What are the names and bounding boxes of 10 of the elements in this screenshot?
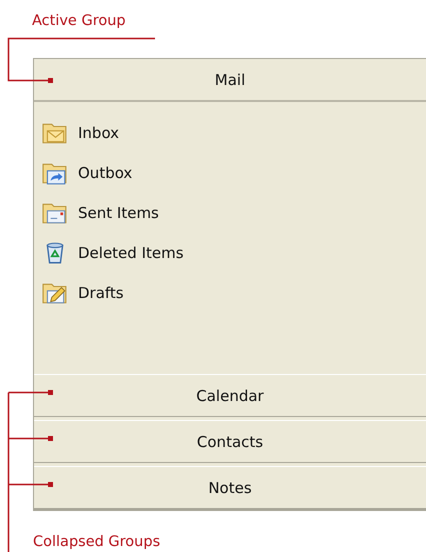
group-header[interactable]: Contacts — [34, 420, 426, 463]
group-header[interactable]: Notes — [34, 466, 426, 509]
group-header[interactable]: Calendar — [34, 374, 426, 417]
folder-label[interactable]: Drafts — [78, 284, 124, 302]
folder-label[interactable]: Sent Items — [78, 204, 159, 222]
annotation-label: Collapsed Groups — [33, 534, 160, 550]
folder-label[interactable]: Deleted Items — [78, 244, 184, 262]
folder-label[interactable]: Outbox — [78, 164, 132, 182]
folder-label[interactable]: Inbox — [78, 124, 120, 142]
annotation-label: Active Group — [32, 13, 126, 29]
